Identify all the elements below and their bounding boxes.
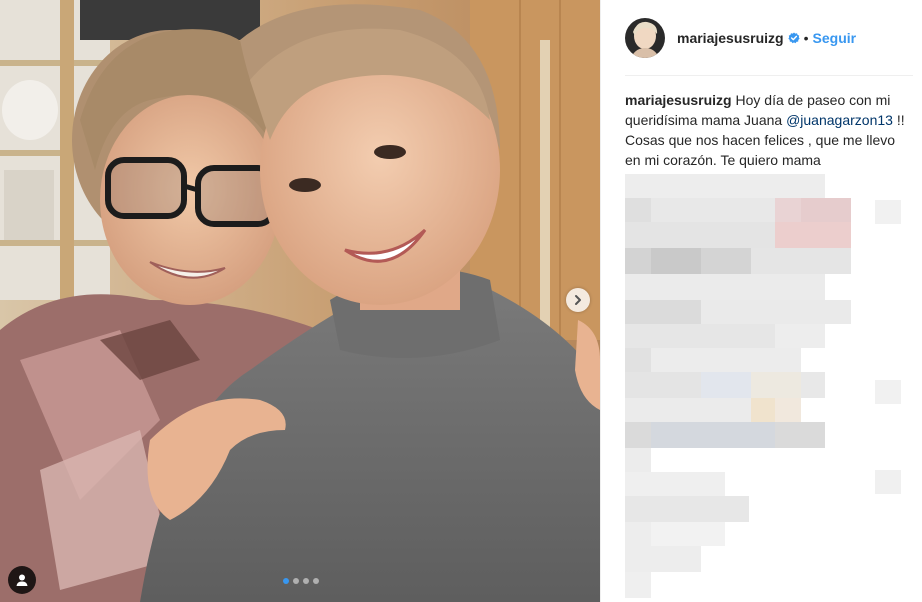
photo-image [0,0,600,602]
user-tag-icon [16,574,28,586]
author-username[interactable]: mariajesusruizg [677,30,784,46]
post-header: mariajesusruizg • Seguir [625,0,913,76]
carousel-dot [293,578,299,584]
instagram-post: mariajesusruizg • Seguir mariajesusruizg… [0,0,922,602]
comments-redacted-area [601,170,922,602]
chevron-right-icon [575,295,581,305]
avatar[interactable] [625,17,665,58]
verified-badge-icon [788,32,800,44]
carousel-dot [313,578,319,584]
caption-mention[interactable]: @juanagarzon13 [786,112,893,128]
user-tag-button[interactable] [8,566,36,594]
author-info: mariajesusruizg • Seguir [677,30,856,46]
post-photo[interactable] [0,0,600,602]
carousel-dot [303,578,309,584]
post-side-panel: mariajesusruizg • Seguir mariajesusruizg… [600,0,922,602]
avatar-image [625,17,665,58]
carousel-indicator [283,578,319,584]
post-caption: mariajesusruizg Hoy día de paseo con mi … [625,90,913,170]
caption-username[interactable]: mariajesusruizg [625,92,732,108]
carousel-dot [283,578,289,584]
separator-dot: • [803,29,809,46]
carousel-next-button[interactable] [566,288,590,312]
follow-button[interactable]: Seguir [813,30,857,46]
